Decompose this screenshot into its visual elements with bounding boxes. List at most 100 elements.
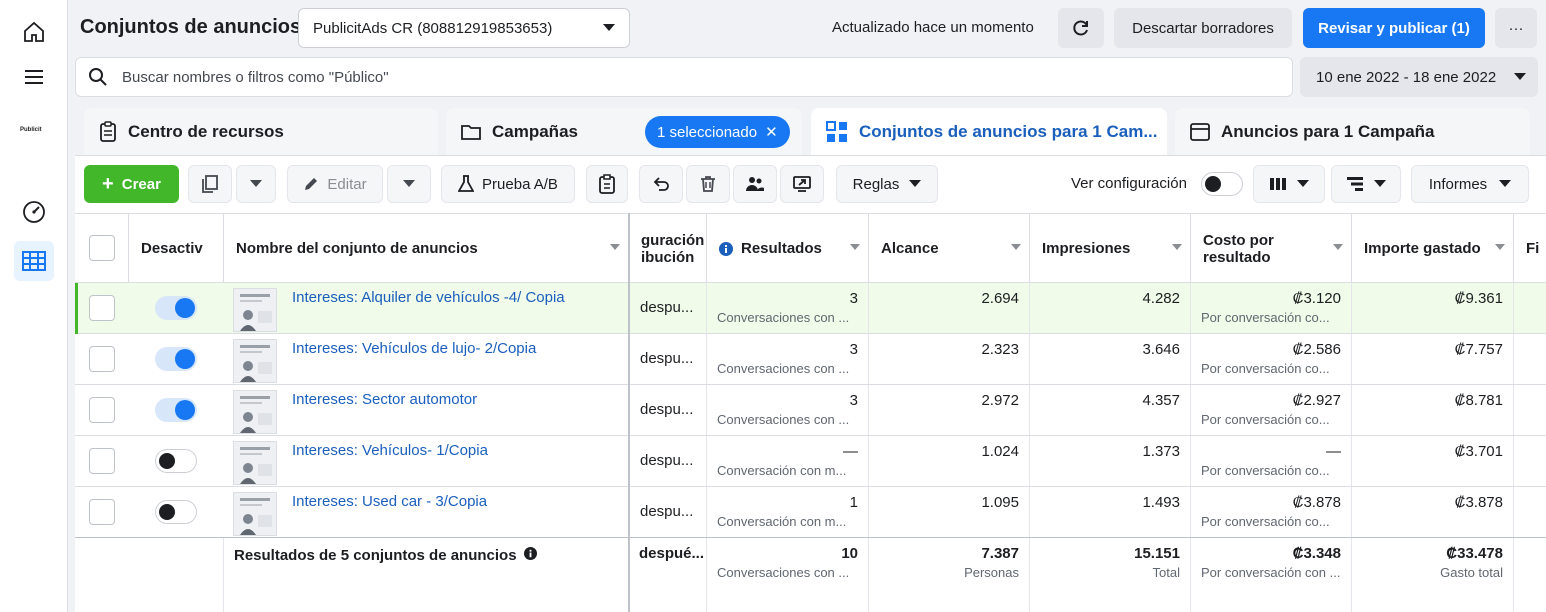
cpr-value: ₡3.120: [1292, 290, 1341, 307]
search-icon: [89, 68, 107, 86]
copy-clipboard-button[interactable]: [586, 165, 628, 203]
row-checkbox[interactable]: [89, 346, 115, 372]
attribution-value: despu...: [640, 350, 694, 367]
reports-label: Informes: [1428, 175, 1488, 193]
dashboard-gauge-icon[interactable]: [14, 192, 54, 232]
cpr-value: ₡2.586: [1292, 341, 1341, 358]
status-toggle[interactable]: [155, 347, 197, 371]
header-amount-spent[interactable]: Importe gastado: [1352, 214, 1514, 283]
home-icon[interactable]: [14, 12, 54, 52]
tab-ad-sets[interactable]: Conjuntos de anuncios para 1 Cam...: [811, 108, 1167, 156]
ab-test-button[interactable]: Prueba A/B: [441, 165, 575, 203]
status-toggle[interactable]: [155, 296, 197, 320]
header-label: ibución: [641, 248, 695, 266]
top-header: Conjuntos de anuncios PublicitAds CR (80…: [68, 0, 1546, 56]
status-toggle[interactable]: [155, 500, 197, 524]
sort-caret-icon[interactable]: [1172, 244, 1182, 250]
header-next-column[interactable]: Fi: [1514, 214, 1546, 283]
search-input[interactable]: [122, 68, 1222, 86]
results-cell: 3 Conversaciones con ...: [707, 334, 869, 384]
table-row[interactable]: Intereses: Vehículos de lujo- 2/Copia des…: [75, 334, 1546, 385]
date-range-picker[interactable]: 10 ene 2022 - 18 ene 2022: [1300, 57, 1538, 97]
tab-label: Campañas: [492, 122, 578, 141]
impressions-value: 4.282: [1142, 290, 1180, 307]
status-toggle[interactable]: [155, 449, 197, 473]
sort-caret-icon[interactable]: [1011, 244, 1021, 250]
header-cost-per-result[interactable]: Costo por resultado: [1191, 214, 1352, 283]
sort-caret-icon[interactable]: [610, 244, 620, 250]
sort-caret-icon[interactable]: [1333, 244, 1343, 250]
search-bar[interactable]: [75, 57, 1293, 97]
create-button[interactable]: + Crear: [84, 165, 179, 203]
refresh-button[interactable]: [1058, 8, 1104, 48]
duplicate-button[interactable]: [188, 165, 232, 203]
ad-set-name-link[interactable]: Intereses: Sector automotor: [292, 391, 477, 408]
info-icon[interactable]: [719, 241, 733, 256]
info-icon[interactable]: [524, 547, 538, 560]
table-row[interactable]: Intereses: Alquiler de vehículos -4/ Cop…: [75, 283, 1546, 334]
toolbar: + Crear Editar Prueba A/B Reglas Ver con…: [75, 156, 1546, 212]
header-ad-set-name[interactable]: Nombre del conjunto de anuncios: [224, 214, 629, 283]
row-checkbox[interactable]: [89, 295, 115, 321]
breakdown-dropdown[interactable]: [1331, 165, 1401, 203]
menu-icon[interactable]: [14, 57, 54, 97]
delete-button[interactable]: [686, 165, 730, 203]
close-icon[interactable]: ✕: [765, 123, 778, 141]
table-row[interactable]: Intereses: Sector automotor despu... 3 Conv…: [75, 385, 1546, 436]
undo-button[interactable]: [639, 165, 683, 203]
caret-down-icon: [1514, 73, 1526, 80]
audience-button[interactable]: [733, 165, 777, 203]
attribution-value: despu...: [640, 503, 694, 520]
ad-thumbnail: [233, 492, 277, 536]
attribution-value: despu...: [640, 299, 694, 316]
more-options-button[interactable]: ···: [1495, 8, 1537, 48]
breakdown-icon: [1347, 177, 1363, 191]
sort-caret-icon[interactable]: [850, 244, 860, 250]
summary-reach: 7.387 Personas: [869, 538, 1030, 612]
ad-set-name-link[interactable]: Intereses: Used car - 3/Copia: [292, 493, 487, 510]
edit-dropdown-button[interactable]: [387, 165, 431, 203]
results-cell: 1 Conversación con m...: [707, 487, 869, 537]
header-label: Costo por: [1203, 231, 1274, 249]
reports-dropdown[interactable]: Informes: [1411, 165, 1529, 203]
tab-resource-center[interactable]: Centro de recursos: [84, 108, 438, 156]
table-row[interactable]: Intereses: Used car - 3/Copia despu... 1 Co…: [75, 487, 1546, 538]
header-attribution[interactable]: guración ibución: [629, 214, 707, 283]
sort-caret-icon[interactable]: [1495, 244, 1505, 250]
discard-drafts-button[interactable]: Descartar borradores: [1114, 8, 1292, 48]
ad-set-name-link[interactable]: Intereses: Alquiler de vehículos -4/ Cop…: [292, 289, 565, 306]
impressions-value: 3.646: [1142, 341, 1180, 358]
ad-set-name-link[interactable]: Intereses: Vehículos- 1/Copia: [292, 442, 488, 459]
header-reach[interactable]: Alcance: [869, 214, 1030, 283]
ad-sets-table: Desactiv Nombre del conjunto de anuncios…: [75, 213, 1546, 612]
updated-status: Actualizado hace un momento: [832, 19, 1034, 36]
ad-thumbnail: [233, 288, 277, 332]
ad-set-name-link[interactable]: Intereses: Vehículos de lujo- 2/Copia: [292, 340, 536, 357]
rules-label: Reglas: [852, 175, 900, 193]
edit-button[interactable]: Editar: [287, 165, 383, 203]
duplicate-dropdown-button[interactable]: [236, 165, 276, 203]
columns-dropdown[interactable]: [1253, 165, 1325, 203]
reach-cell: 2.972: [869, 385, 1030, 435]
account-logo[interactable]: Publicit: [20, 127, 42, 133]
export-button[interactable]: [780, 165, 824, 203]
header-impressions[interactable]: Impresiones: [1030, 214, 1191, 283]
row-checkbox[interactable]: [89, 397, 115, 423]
rules-dropdown[interactable]: Reglas: [836, 165, 938, 203]
spent-cell: ₡7.757: [1352, 334, 1514, 384]
view-settings-toggle[interactable]: [1201, 172, 1243, 196]
header-deactivate[interactable]: Desactiv: [129, 214, 224, 283]
tab-ads[interactable]: Anuncios para 1 Campaña: [1175, 108, 1530, 156]
status-toggle[interactable]: [155, 398, 197, 422]
select-all-checkbox[interactable]: [89, 235, 115, 261]
row-checkbox[interactable]: [89, 448, 115, 474]
selected-count-chip[interactable]: 1 seleccionado ✕: [645, 116, 790, 148]
review-publish-button[interactable]: Revisar y publicar (1): [1303, 8, 1485, 48]
account-selector[interactable]: PublicitAds CR (808812919853653): [298, 8, 630, 48]
row-checkbox[interactable]: [89, 499, 115, 525]
table-row[interactable]: Intereses: Vehículos- 1/Copia despu... — Co…: [75, 436, 1546, 487]
reach-value: 2.323: [981, 341, 1019, 358]
header-label: resultado: [1203, 248, 1271, 266]
ads-manager-table-icon[interactable]: [14, 241, 54, 281]
header-results[interactable]: Resultados: [707, 214, 869, 283]
